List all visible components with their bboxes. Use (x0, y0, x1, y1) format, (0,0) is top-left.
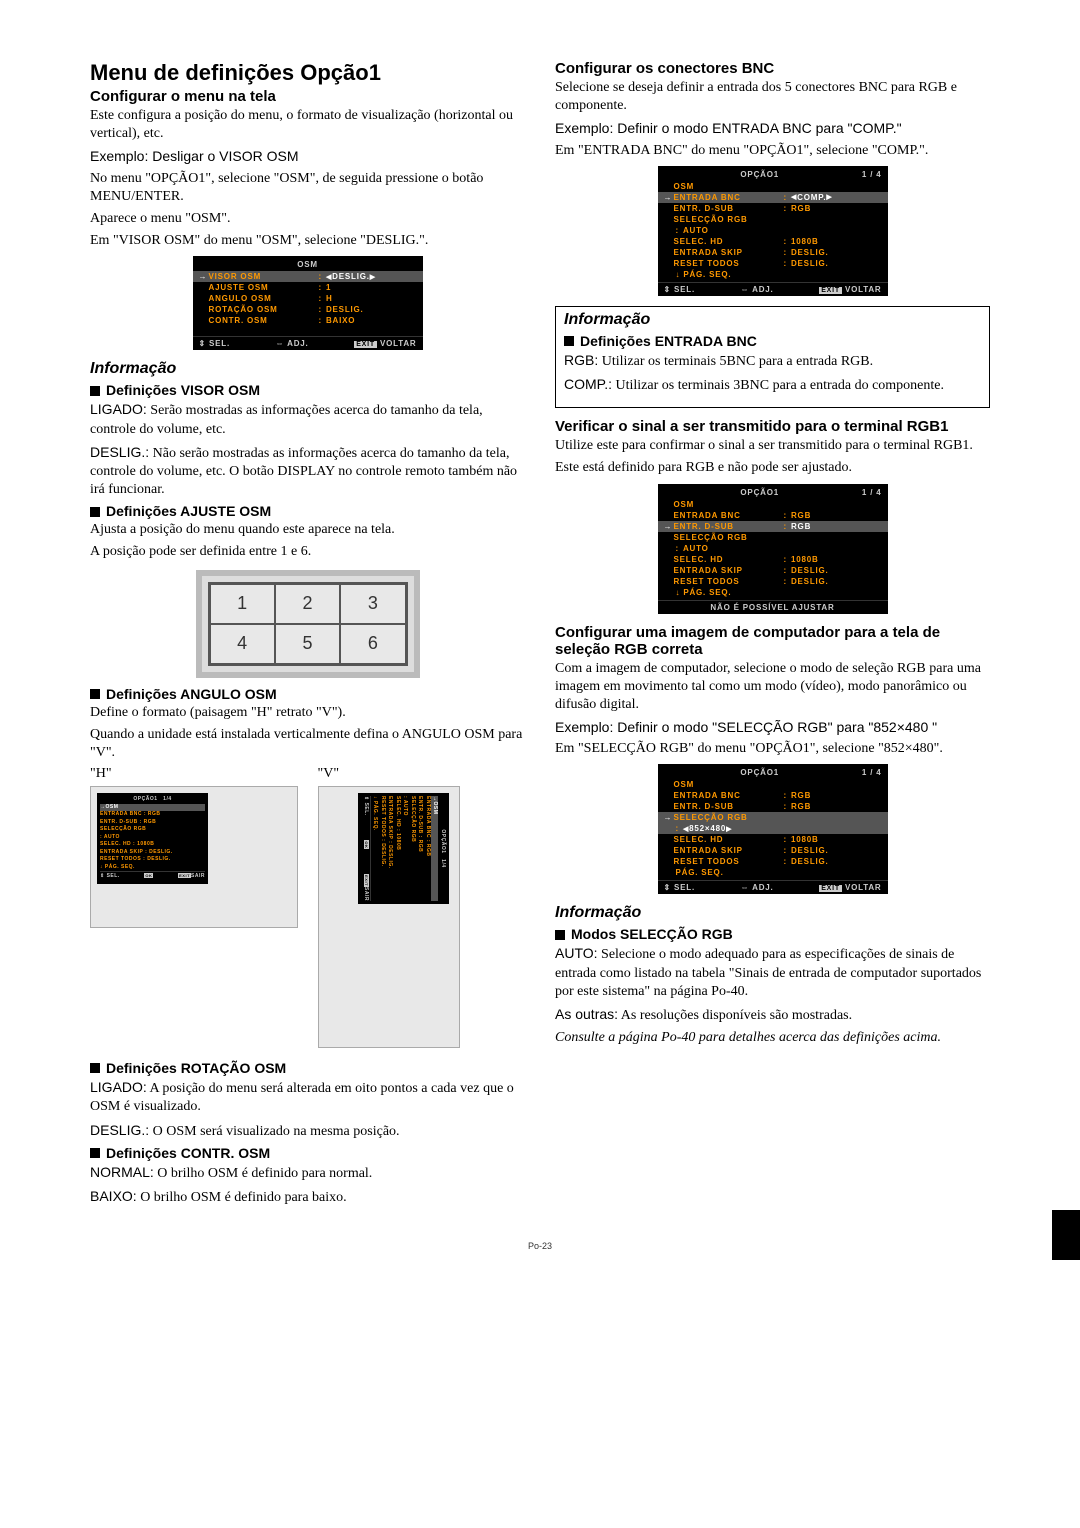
body-text: Define o formato (paisagem "H" retrato "… (90, 704, 525, 722)
main-title: Menu de definições Opção1 (90, 60, 525, 86)
def-rotacao-osm: Definições ROTAÇÃO OSM (90, 1060, 525, 1076)
def-modos-rgb: Modos SELECÇÃO RGB (555, 926, 990, 942)
info-heading: Informação (555, 904, 990, 922)
def-visor-osm: Definições VISOR OSM (90, 382, 525, 398)
def-ajuste-osm: Definições AJUSTE OSM (90, 503, 525, 519)
osd-menu-osm: OSM →VISOR OSM:◀DESLIG.▶ AJUSTE OSM:1 AN… (193, 256, 423, 350)
body-text: Quando a unidade está instalada vertical… (90, 726, 525, 762)
body-text: LIGADO: A posição do menu será alterada … (90, 1078, 525, 1116)
body-text: AUTO: Selecione o modo adequado para as … (555, 944, 990, 1001)
hv-illustration: "H" OPÇÃO1 1/4 →OSM ENTRADA BNC : RGB EN… (90, 766, 525, 1048)
body-text: Em "ENTRADA BNC" do menu "OPÇÃO1", selec… (555, 142, 990, 160)
body-text: BAIXO: O brilho OSM é definido para baix… (90, 1187, 525, 1207)
page-number: Po-23 (90, 1241, 990, 1251)
body-text: Aparece o menu "OSM". (90, 210, 525, 228)
example-text: Exemplo: Definir o modo ENTRADA BNC para… (555, 119, 990, 137)
body-text: Este configura a posição do menu, o form… (90, 107, 525, 143)
right-column: Configurar os conectores BNC Selecione s… (555, 60, 990, 1211)
section-rgb-select: Configurar uma imagem de computador para… (555, 624, 990, 658)
body-text: Este está definido para RGB e não pode s… (555, 459, 990, 477)
side-tab (1052, 1210, 1080, 1260)
example-text: Exemplo: Desligar o VISOR OSM (90, 147, 525, 165)
body-text: DESLIG.: O OSM será visualizado na mesma… (90, 1121, 525, 1141)
screen-h: OPÇÃO1 1/4 →OSM ENTRADA BNC : RGB ENTR. … (90, 786, 298, 928)
body-text: Em "VISOR OSM" do menu "OSM", selecione … (90, 232, 525, 250)
position-grid: 1 2 3 4 5 6 (196, 570, 420, 678)
body-text: Com a imagem de computador, selecione o … (555, 660, 990, 715)
info-box-bnc: Informação Definições ENTRADA BNC RGB: U… (555, 306, 990, 408)
body-text: RGB: Utilizar os terminais 5BNC para a e… (564, 351, 981, 371)
section-configurar-menu: Configurar o menu na tela (90, 88, 525, 105)
section-rgb1: Verificar o sinal a ser transmitido para… (555, 418, 990, 435)
body-text: Em "SELECÇÃO RGB" do menu "OPÇÃO1", sele… (555, 740, 990, 758)
info-heading: Informação (90, 360, 525, 378)
example-text: Exemplo: Definir o modo "SELECÇÃO RGB" p… (555, 718, 990, 736)
body-text: COMP.: Utilizar os terminais 3BNC para a… (564, 375, 981, 395)
body-text: No menu "OPÇÃO1", selecione "OSM", de se… (90, 170, 525, 206)
left-column: Menu de definições Opção1 Configurar o m… (90, 60, 525, 1211)
body-text: A posição pode ser definida entre 1 e 6. (90, 543, 525, 561)
body-text: As outras: As resoluções disponíveis são… (555, 1005, 990, 1025)
info-heading: Informação (564, 311, 981, 329)
body-text: DESLIG.: Não serão mostradas as informaç… (90, 443, 525, 500)
def-contr-osm: Definições CONTR. OSM (90, 1145, 525, 1161)
body-text: NORMAL: O brilho OSM é definido para nor… (90, 1163, 525, 1183)
section-bnc: Configurar os conectores BNC (555, 60, 990, 77)
osd-opcao1-dsub: OPÇÃO11 / 4 OSM ENTRADA BNC:RGB →ENTR. D… (658, 484, 888, 614)
osd-opcao1-bnc: OPÇÃO11 / 4 OSM →ENTRADA BNC:◀COMP.▶ ENT… (658, 166, 888, 296)
def-entrada-bnc: Definições ENTRADA BNC (564, 333, 981, 349)
def-angulo-osm: Definições ANGULO OSM (90, 686, 525, 702)
osd-opcao1-rgb-select: OPÇÃO11 / 4 OSM ENTRADA BNC:RGB ENTR. D-… (658, 764, 888, 894)
body-text: Selecione se deseja definir a entrada do… (555, 79, 990, 115)
screen-v: OPÇÃO1 1/4 →OSM ENTRADA BNC : RGB ENTR. … (318, 786, 460, 1048)
body-text: LIGADO: Serão mostradas as informações a… (90, 400, 525, 438)
body-text: Utilize este para confirmar o sinal a se… (555, 437, 990, 455)
body-text: Ajusta a posição do menu quando este apa… (90, 521, 525, 539)
body-text-italic: Consulte a página Po-40 para detalhes ac… (555, 1029, 990, 1047)
